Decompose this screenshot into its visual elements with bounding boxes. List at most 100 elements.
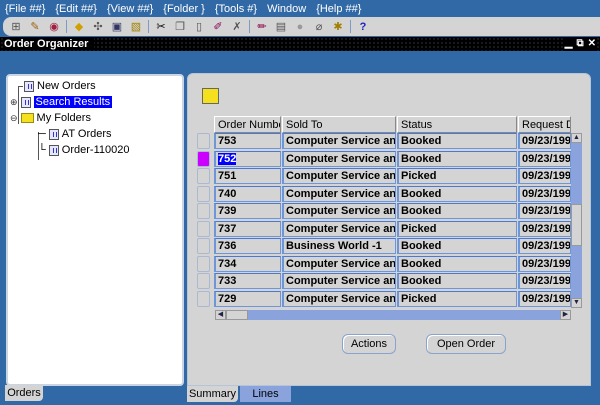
minimize-icon[interactable]: ▁: [565, 37, 573, 51]
table-cell[interactable]: Computer Service and R: [282, 255, 396, 272]
table-cell[interactable]: 09/23/1999: [518, 150, 571, 167]
table-cell[interactable]: 734: [214, 255, 281, 272]
print-icon[interactable]: ▣: [110, 20, 124, 34]
table-cell[interactable]: 733: [214, 273, 281, 289]
column-header-order-number[interactable]: Order Number: [214, 116, 281, 133]
row-selector[interactable]: [197, 133, 210, 149]
table-cell[interactable]: Computer Service and R: [282, 203, 396, 219]
menu-folder[interactable]: {Folder }: [163, 3, 205, 15]
scroll-up-icon[interactable]: ▲: [571, 133, 582, 143]
column-header-sold-to[interactable]: Sold To: [282, 116, 396, 133]
table-cell[interactable]: Computer Service and R: [282, 185, 396, 202]
row-selector[interactable]: [197, 220, 210, 237]
tree-item-at-orders[interactable]: ─ AT Orders: [38, 128, 112, 140]
close-form-icon[interactable]: ▧: [129, 20, 143, 34]
zoom-icon[interactable]: ✏: [255, 20, 269, 34]
table-cell[interactable]: Computer Service and R: [282, 220, 396, 237]
table-cell[interactable]: 740: [214, 185, 281, 202]
table-cell[interactable]: 729: [214, 290, 281, 307]
table-cell[interactable]: Business World -1: [282, 238, 396, 254]
scroll-thumb[interactable]: [571, 204, 582, 246]
menu-file[interactable]: {File ##}: [5, 3, 45, 15]
next-step-icon[interactable]: ✣: [91, 20, 105, 34]
table-cell[interactable]: 09/23/1999: [518, 203, 571, 219]
column-header-status[interactable]: Status: [397, 116, 517, 133]
table-cell[interactable]: Booked: [397, 150, 517, 167]
folder-icon[interactable]: ●: [293, 20, 307, 34]
table-cell[interactable]: Picked: [397, 290, 517, 307]
vertical-scrollbar[interactable]: ▲ ▼: [571, 133, 582, 308]
row-selector[interactable]: [197, 203, 210, 219]
translations-icon[interactable]: ▤: [274, 20, 288, 34]
navigate-icon[interactable]: ◉: [47, 20, 61, 34]
table-cell[interactable]: Picked: [397, 168, 517, 184]
table-cell[interactable]: 09/23/1999: [518, 273, 571, 289]
row-selector[interactable]: [197, 273, 210, 289]
tab-orders[interactable]: Orders: [5, 385, 43, 401]
collapse-icon[interactable]: ⊖: [10, 113, 18, 124]
table-cell[interactable]: 09/23/1999: [518, 185, 571, 202]
table-cell[interactable]: 739: [214, 203, 281, 219]
column-header-request-date[interactable]: Request Da: [518, 116, 571, 133]
table-cell[interactable]: 09/23/1999: [518, 168, 571, 184]
menu-tools[interactable]: {Tools #}: [215, 3, 257, 15]
close-icon[interactable]: ✕: [588, 37, 596, 51]
table-cell[interactable]: Booked: [397, 185, 517, 202]
table-cell[interactable]: Booked: [397, 203, 517, 219]
attachments-icon[interactable]: ⌀: [312, 20, 326, 34]
row-selector[interactable]: [197, 168, 210, 184]
table-cell[interactable]: 736: [214, 238, 281, 254]
actions-button[interactable]: Actions: [342, 334, 396, 354]
scroll-left-icon[interactable]: ◀: [215, 310, 226, 320]
table-cell[interactable]: 09/23/1999: [518, 133, 571, 149]
window-title-bar[interactable]: Order Organizer ▁ ⧉ ✕: [0, 37, 600, 51]
folder-button[interactable]: [202, 88, 219, 104]
table-cell[interactable]: 09/23/1999: [518, 290, 571, 307]
help-icon[interactable]: ?: [356, 20, 370, 34]
row-selector[interactable]: [197, 185, 210, 202]
table-cell[interactable]: 737: [214, 220, 281, 237]
menu-edit[interactable]: {Edit ##}: [55, 3, 97, 15]
tree-item-new-orders[interactable]: New Orders: [24, 80, 96, 92]
table-cell[interactable]: Computer Service and R: [282, 273, 396, 289]
table-cell[interactable]: 09/23/1999: [518, 255, 571, 272]
paste-icon[interactable]: ▯: [192, 20, 206, 34]
expand-icon[interactable]: ⊕: [10, 97, 18, 108]
table-cell[interactable]: Booked: [397, 133, 517, 149]
table-cell[interactable]: Booked: [397, 255, 517, 272]
table-cell[interactable]: Booked: [397, 273, 517, 289]
row-selector[interactable]: [197, 238, 210, 254]
new-icon[interactable]: ⊞: [9, 20, 23, 34]
table-cell[interactable]: Computer Service and R: [282, 290, 396, 307]
table-cell[interactable]: Booked: [397, 238, 517, 254]
table-cell[interactable]: Picked: [397, 220, 517, 237]
horizontal-scrollbar[interactable]: ◀ ▶: [215, 310, 571, 320]
tree-item-order-110020[interactable]: └ Order-110020: [38, 144, 129, 156]
row-selector[interactable]: [197, 255, 210, 272]
scroll-right-icon[interactable]: ▶: [560, 310, 571, 320]
tree-item-search-results[interactable]: ⊕ Search Results: [10, 96, 113, 108]
table-cell[interactable]: Computer Service and R: [282, 150, 396, 167]
table-cell[interactable]: Computer Service and R: [282, 168, 396, 184]
menu-view[interactable]: {View ##}: [107, 3, 153, 15]
row-selector[interactable]: [197, 150, 210, 167]
row-selector[interactable]: [197, 290, 210, 307]
menu-window[interactable]: Window: [267, 3, 306, 15]
table-cell[interactable]: 09/23/1999: [518, 238, 571, 254]
tab-summary[interactable]: Summary: [187, 386, 238, 402]
table-cell[interactable]: 752: [214, 150, 281, 167]
menu-help[interactable]: {Help ##}: [316, 3, 361, 15]
open-order-button[interactable]: Open Order: [426, 334, 506, 354]
tree-item-my-folders[interactable]: ⊖ My Folders: [10, 112, 91, 124]
table-cell[interactable]: 751: [214, 168, 281, 184]
table-cell[interactable]: 753: [214, 133, 281, 149]
copy-icon[interactable]: ❐: [173, 20, 187, 34]
cut-icon[interactable]: ✂: [154, 20, 168, 34]
scroll-down-icon[interactable]: ▼: [571, 298, 582, 308]
scroll-thumb[interactable]: [226, 310, 248, 320]
tab-lines[interactable]: Lines: [240, 386, 291, 402]
clear-field-icon[interactable]: ✗: [230, 20, 244, 34]
table-cell[interactable]: 09/23/1999: [518, 220, 571, 237]
table-cell[interactable]: Computer Service and R: [282, 133, 396, 149]
folder-tools-icon[interactable]: ✱: [331, 20, 345, 34]
